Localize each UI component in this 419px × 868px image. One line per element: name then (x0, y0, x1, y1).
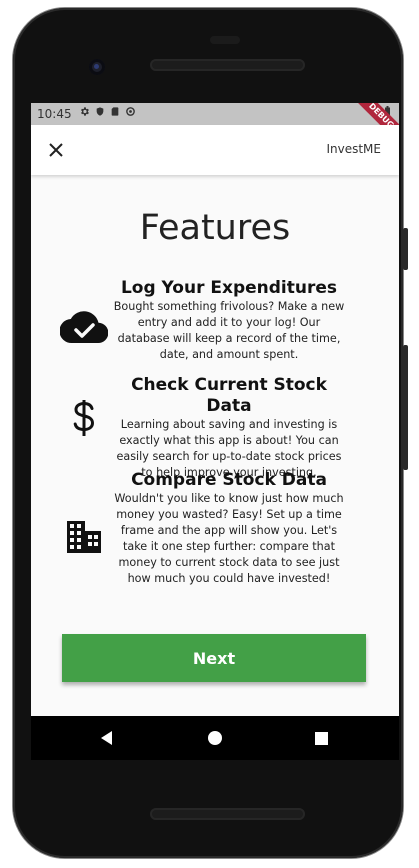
feature-text: Log Your Expenditures Bought something f… (113, 278, 345, 363)
feature-text: Compare Stock Data Wouldn't you like to … (113, 470, 345, 587)
next-button[interactable]: Next (62, 634, 366, 682)
app-screen: 10:45 DEBUG InvestME Features Log Your E… (31, 103, 399, 716)
cloud-check-icon (57, 300, 111, 354)
recents-icon (314, 731, 328, 745)
feature-description: Bought something frivolous? Make a new e… (113, 300, 345, 361)
front-camera (89, 59, 105, 75)
feature-title: Check Current Stock Data (131, 375, 327, 416)
app-bar: InvestME (31, 125, 399, 175)
earpiece-speaker (150, 59, 305, 71)
gear-icon (79, 106, 90, 120)
status-time: 10:45 (37, 107, 72, 121)
feature-description: Wouldn't you like to know just how much … (114, 492, 344, 585)
feature-text: Check Current Stock Data Learning about … (113, 375, 345, 481)
bottom-speaker (150, 808, 305, 820)
dollar-icon (57, 391, 111, 445)
sd-card-icon (110, 106, 120, 120)
close-button[interactable] (43, 137, 69, 163)
back-button[interactable] (95, 726, 119, 750)
home-button[interactable] (203, 726, 227, 750)
app-name: InvestME (326, 142, 381, 156)
feature-title: Log Your Expenditures (120, 278, 338, 298)
page-title: Features (139, 208, 291, 248)
status-icons (79, 106, 136, 120)
sync-icon (125, 106, 136, 120)
proximity-sensor (210, 36, 240, 44)
power-button (403, 228, 408, 270)
status-bar: 10:45 DEBUG (31, 103, 399, 150)
navigation-bar (31, 716, 399, 760)
close-icon (49, 143, 63, 157)
feature-title: Compare Stock Data (131, 470, 327, 490)
back-icon (101, 731, 112, 745)
home-icon (208, 731, 222, 745)
shield-icon (95, 106, 105, 120)
building-icon (57, 510, 111, 564)
volume-button (403, 345, 408, 470)
recents-button[interactable] (309, 726, 333, 750)
